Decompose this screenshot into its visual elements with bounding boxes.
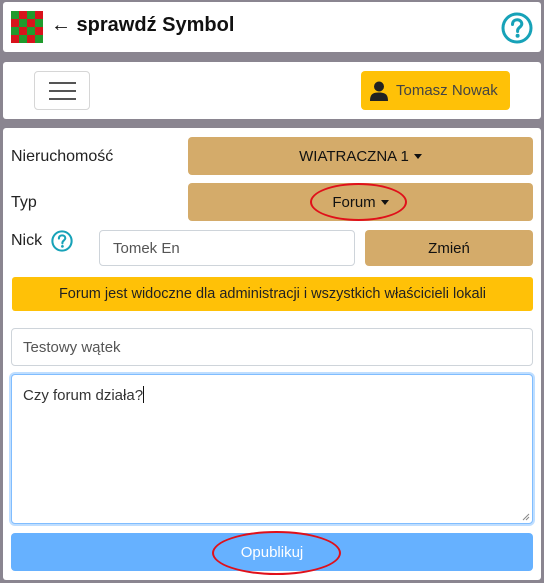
logo-cell [11,19,19,27]
logo-cell [35,11,43,19]
property-dropdown-value: WIATRACZNA 1 [299,147,409,165]
logo-cell [35,27,43,35]
logo-cell [19,27,27,35]
caret-down-icon [413,153,422,159]
logo-cell [11,11,19,19]
publish-button[interactable]: Opublikuj [11,533,533,571]
type-dropdown-value: Forum [332,193,376,211]
property-label: Nieruchomość [11,148,114,165]
message-textarea[interactable]: Czy forum działa? [11,374,533,524]
message-text: Czy forum działa? [23,387,144,404]
logo-cell [11,27,19,35]
visibility-notice: Forum jest widoczne dla administracji i … [12,277,533,311]
menu-toggle-button[interactable] [34,71,90,110]
change-nick-button[interactable]: Zmień [365,230,533,266]
nick-input[interactable]: Tomek En [99,230,355,266]
logo-cell [27,27,35,35]
user-menu-button[interactable]: Tomasz Nowak [361,71,510,110]
type-dropdown[interactable]: Forum [188,183,533,221]
caret-down-icon [380,199,389,205]
logo-cell [19,35,27,43]
logo-cell [35,35,43,43]
top-bar: ← sprawdź Symbol [3,2,541,52]
logo-cell [19,11,27,19]
user-icon [370,81,388,101]
logo-cell [35,19,43,27]
resize-grip-icon[interactable] [522,513,530,521]
logo-cell [11,35,19,43]
forum-post-form: Nieruchomość WIATRACZNA 1 Typ Forum Nick… [3,128,541,580]
logo-cell [27,35,35,43]
app-logo [11,11,43,43]
text-cursor [143,386,145,403]
nick-help-icon[interactable] [51,230,73,252]
page-title[interactable]: ← sprawdź Symbol [51,14,234,37]
property-dropdown[interactable]: WIATRACZNA 1 [188,137,533,175]
logo-cell [27,19,35,27]
user-name: Tomasz Nowak [396,82,498,99]
question-circle-icon[interactable] [501,12,533,44]
nick-label: Nick [11,232,43,249]
logo-cell [19,19,27,27]
navbar: Tomasz Nowak [3,62,541,119]
logo-cell [27,11,35,19]
thread-title-input[interactable]: Testowy wątek [11,328,533,366]
type-label: Typ [11,194,37,211]
